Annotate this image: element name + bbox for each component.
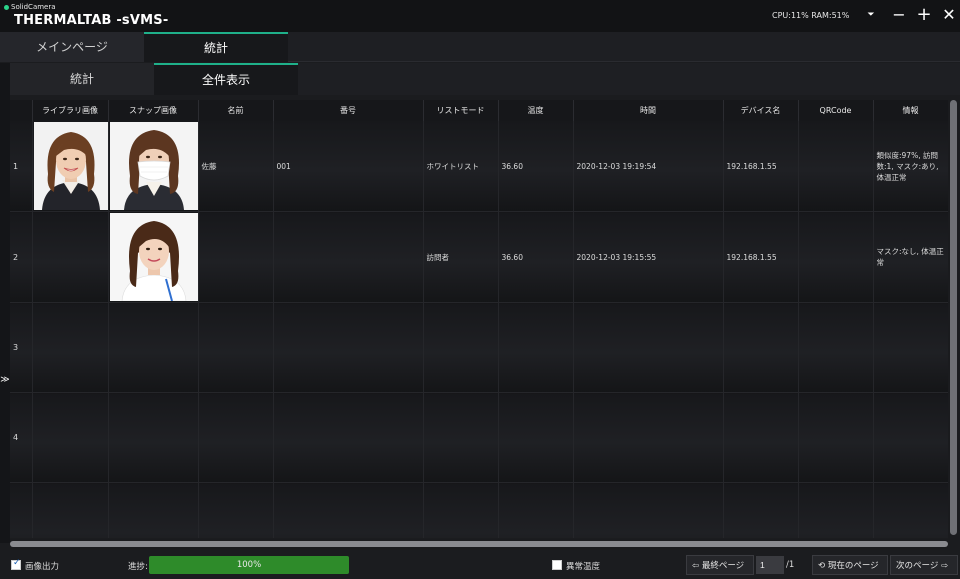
row-number: 1 xyxy=(10,121,33,212)
image-export-checkbox[interactable] xyxy=(11,558,21,570)
brand-name: SolidCamera xyxy=(11,3,56,11)
app-title: THERMALTAB -sVMS- xyxy=(14,13,169,28)
horizontal-scroll-thumb[interactable] xyxy=(10,541,948,547)
refresh-icon: ⟲ xyxy=(818,561,828,571)
system-usage: CPU:11% RAM:51% xyxy=(772,11,850,20)
info-cell: マスク:なし, 体温正常 xyxy=(873,211,948,303)
temperature-cell: 36.60 xyxy=(498,121,574,212)
qrcode-cell xyxy=(798,121,874,212)
col-header-info[interactable]: 情報 xyxy=(873,100,948,121)
image-export-label[interactable]: 画像出力 xyxy=(25,560,59,572)
snap-face-image[interactable] xyxy=(109,213,198,301)
close-button[interactable]: ✕ xyxy=(940,6,958,24)
col-header-list-mode[interactable]: リストモード xyxy=(423,100,499,121)
number-cell: 001 xyxy=(273,121,424,212)
tab-statistics[interactable]: 統計 xyxy=(144,32,288,62)
table-row[interactable]: 2 訪問者 36.60 2020-12-03 19:15:55 192.168.… xyxy=(10,211,948,303)
dropdown-icon[interactable]: ⏷ xyxy=(862,6,880,24)
table-row[interactable]: 1 佐藤 001 ホワイトリスト 36.60 2020-12-03 19:19:… xyxy=(10,121,948,212)
progress-bar: 100% xyxy=(149,556,349,574)
col-header-library-image[interactable]: ライブラリ画像 xyxy=(32,100,109,121)
maximize-button[interactable]: + xyxy=(915,6,933,24)
table-header: ライブラリ画像 スナップ画像 名前 番号 リストモード 温度 時間 デバイス名 … xyxy=(10,100,948,121)
records-table: ライブラリ画像 スナップ画像 名前 番号 リストモード 温度 時間 デバイス名 … xyxy=(10,100,948,538)
abnormal-temperature-label[interactable]: 異常温度 xyxy=(566,560,600,572)
col-header-index xyxy=(10,100,33,121)
horizontal-scrollbar[interactable] xyxy=(10,539,948,549)
last-page-label: 最終ページ xyxy=(701,561,745,571)
arrow-right-icon: ⇨ xyxy=(938,561,949,571)
expand-panel-icon[interactable]: ≫ xyxy=(0,375,10,385)
info-cell: 類似度:97%, 訪問数:1, マスク:あり, 体温正常 xyxy=(873,121,948,212)
abnormal-temperature-checkbox[interactable] xyxy=(552,560,562,570)
main-tabs: メインページ 統計 xyxy=(0,32,960,62)
number-cell xyxy=(273,211,424,303)
device-cell: 192.168.1.55 xyxy=(723,121,799,212)
library-face-image[interactable] xyxy=(33,122,108,210)
subtab-statistics[interactable]: 統計 xyxy=(10,63,154,95)
list-mode-cell: 訪問者 xyxy=(423,211,499,303)
side-panel-strip: ≫ xyxy=(0,63,10,543)
subtab-show-all[interactable]: 全件表示 xyxy=(154,63,298,95)
library-image-cell xyxy=(32,121,109,212)
row-number: 3 xyxy=(10,302,33,393)
name-cell xyxy=(198,211,274,303)
col-header-qrcode[interactable]: QRCode xyxy=(798,100,874,121)
arrow-left-icon: ⇦ xyxy=(692,561,702,571)
temperature-cell: 36.60 xyxy=(498,211,574,303)
next-page-label: 次のページ xyxy=(896,561,939,571)
device-cell: 192.168.1.55 xyxy=(723,211,799,303)
snap-image-cell xyxy=(108,211,199,303)
brand-logo: SolidCamera xyxy=(4,3,56,11)
col-header-name[interactable]: 名前 xyxy=(198,100,274,121)
sub-tabs: 統計 全件表示 xyxy=(10,63,960,95)
minimize-button[interactable]: − xyxy=(890,6,908,24)
title-bar: SolidCamera THERMALTAB -sVMS- CPU:11% RA… xyxy=(0,0,960,32)
progress-text: 100% xyxy=(236,560,262,570)
bottom-toolbar: 画像出力 進捗: 100% 異常温度 ⇦ 最終ページ /1 ⟲ 現在のページ 次… xyxy=(0,551,960,579)
row-number: 4 xyxy=(10,392,33,483)
col-header-time[interactable]: 時間 xyxy=(573,100,724,121)
last-page-button[interactable]: ⇦ 最終ページ xyxy=(686,555,754,575)
col-header-number[interactable]: 番号 xyxy=(273,100,424,121)
name-cell: 佐藤 xyxy=(198,121,274,212)
snap-face-image[interactable] xyxy=(109,122,198,210)
brand-dot-icon xyxy=(4,4,9,10)
page-total: /1 xyxy=(786,560,795,570)
library-image-cell xyxy=(32,211,109,303)
table-row[interactable]: 3 xyxy=(10,302,948,393)
snap-image-cell xyxy=(108,121,199,212)
table-row[interactable]: 4 xyxy=(10,392,948,483)
page-number-input[interactable] xyxy=(756,556,784,574)
vertical-scroll-thumb[interactable] xyxy=(950,100,957,535)
col-header-temperature[interactable]: 温度 xyxy=(498,100,574,121)
next-page-button[interactable]: 次のページ ⇨ xyxy=(890,555,958,575)
current-page-label: 現在のページ xyxy=(827,561,879,571)
progress-label: 進捗: xyxy=(128,562,148,572)
qrcode-cell xyxy=(798,211,874,303)
time-cell: 2020-12-03 19:19:54 xyxy=(573,121,724,212)
col-header-device[interactable]: デバイス名 xyxy=(723,100,799,121)
row-number: 2 xyxy=(10,211,33,303)
vertical-scrollbar[interactable] xyxy=(948,100,960,540)
time-cell: 2020-12-03 19:15:55 xyxy=(573,211,724,303)
row-number: 5 xyxy=(10,482,33,538)
table-row[interactable]: 5 xyxy=(10,482,948,538)
list-mode-cell: ホワイトリスト xyxy=(423,121,499,212)
col-header-snap-image[interactable]: スナップ画像 xyxy=(108,100,199,121)
current-page-button[interactable]: ⟲ 現在のページ xyxy=(812,555,888,575)
tab-main-page[interactable]: メインページ xyxy=(0,32,144,62)
